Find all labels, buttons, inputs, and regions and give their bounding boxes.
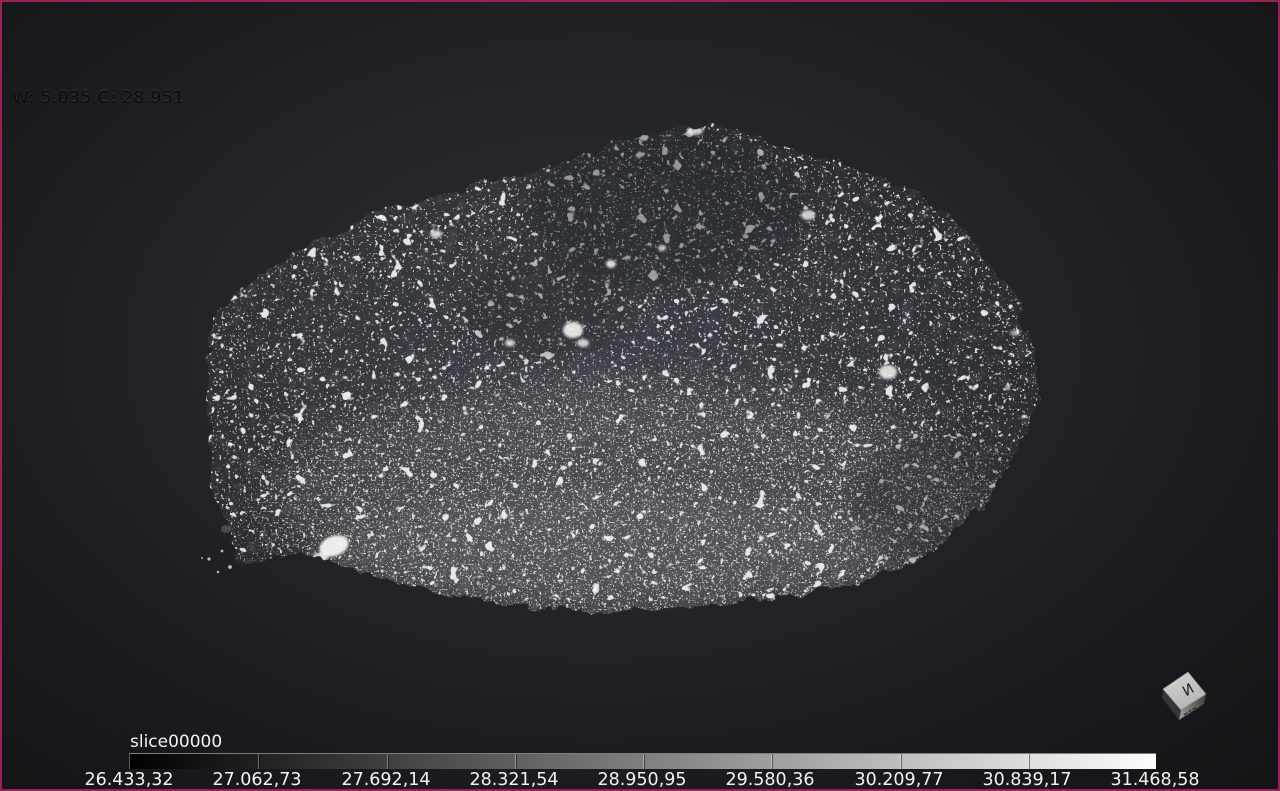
slice-label: slice00000 bbox=[130, 732, 222, 752]
colorbar-tick bbox=[1028, 754, 1029, 769]
colorbar-tick bbox=[258, 754, 259, 769]
rock-sample bbox=[182, 97, 1072, 642]
colorbar-label: 26.433,32 bbox=[84, 770, 173, 790]
colorbar-label: 27.062,73 bbox=[212, 770, 301, 790]
colorbar-gradient[interactable] bbox=[129, 753, 1156, 769]
colorbar-label: 29.580,36 bbox=[725, 770, 814, 790]
colorbar-tick bbox=[387, 754, 388, 769]
orientation-cube[interactable]: И bbox=[1150, 662, 1220, 737]
colorbar-tick bbox=[515, 754, 516, 769]
viewer-window: W: 5.035 C: 28.951 slice00000 26.433,32 … bbox=[0, 0, 1280, 791]
volume-render-viewport[interactable] bbox=[2, 2, 1280, 791]
colorbar-label: 27.692,14 bbox=[341, 770, 430, 790]
colorbar-tick bbox=[771, 754, 772, 769]
colorbar-label: 30.839,17 bbox=[982, 770, 1071, 790]
colorbar-label: 30.209,77 bbox=[854, 770, 943, 790]
colorbar-tick bbox=[900, 754, 901, 769]
colorbar-label: 28.950,95 bbox=[597, 770, 686, 790]
colorbar-label: 31.468,58 bbox=[1110, 770, 1199, 790]
colorbar-tick bbox=[643, 754, 644, 769]
colorbar-label: 28.321,54 bbox=[469, 770, 558, 790]
window-center-readout: W: 5.035 C: 28.951 bbox=[12, 88, 185, 108]
